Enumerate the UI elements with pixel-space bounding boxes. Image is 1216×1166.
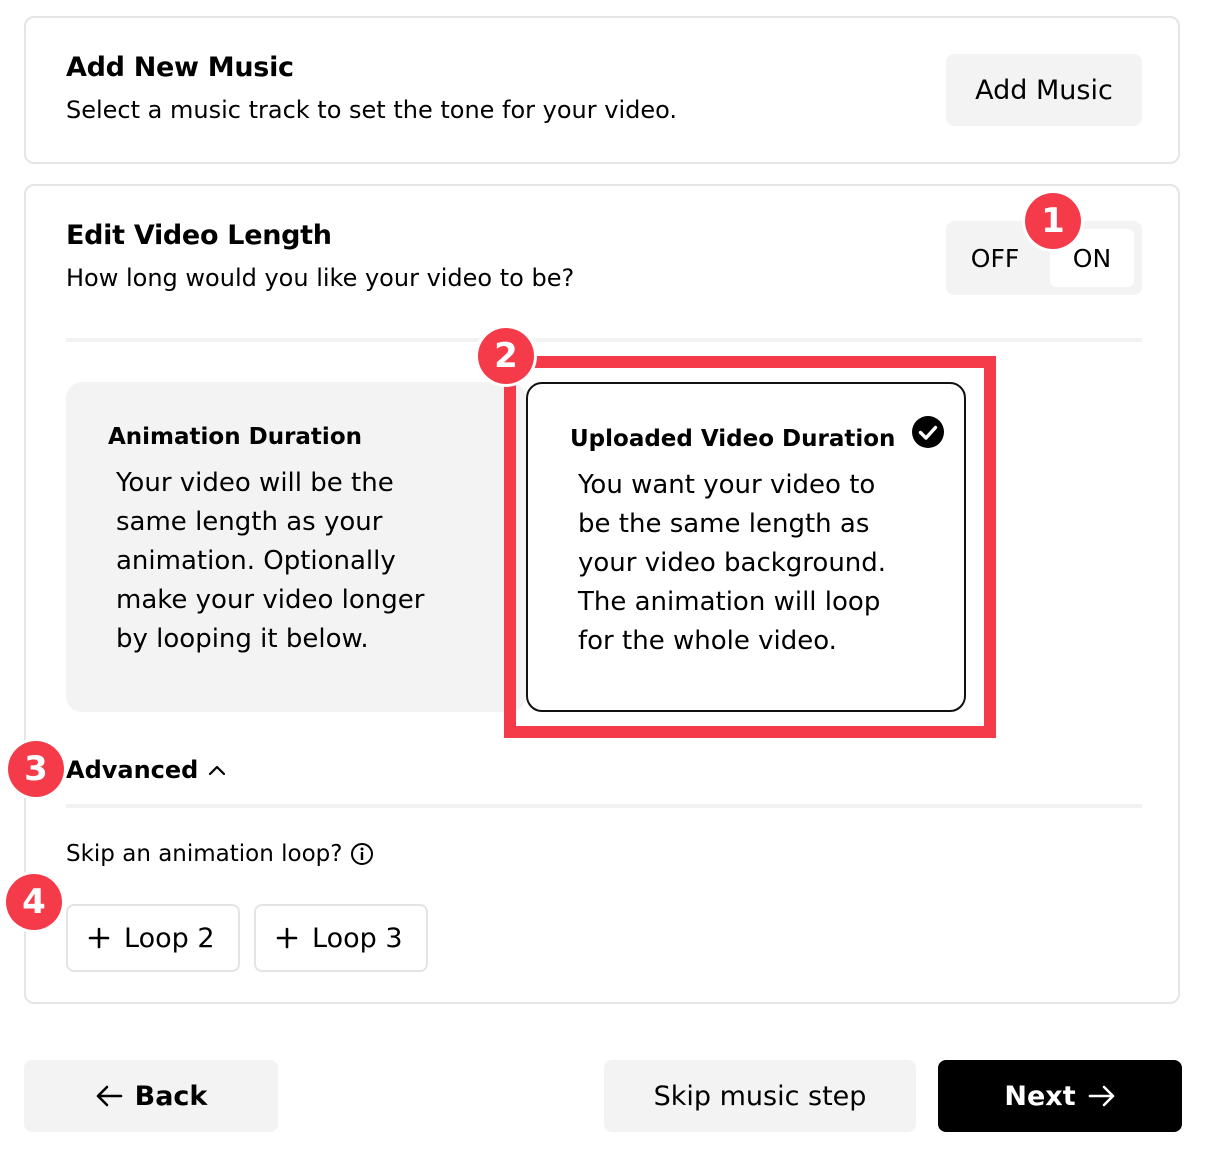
info-icon[interactable]: [350, 842, 374, 866]
plus-icon: [88, 927, 110, 949]
advanced-label: Advanced: [66, 756, 199, 784]
annotation-badge-4: 4: [6, 874, 62, 930]
annotation-badge-3: 3: [8, 741, 64, 797]
section-divider: [66, 338, 1142, 342]
back-button[interactable]: Back: [24, 1060, 278, 1132]
selection-highlight: [504, 356, 996, 738]
arrow-left-icon: [96, 1085, 122, 1107]
add-loop-3-button[interactable]: Loop 3: [254, 904, 428, 972]
add-music-card: Add New Music Select a music track to se…: [24, 16, 1180, 164]
advanced-toggle[interactable]: Advanced: [66, 756, 226, 784]
music-card-title: Add New Music: [66, 52, 294, 83]
annotation-badge-1: 1: [1025, 193, 1081, 249]
annotation-badge-2: 2: [478, 328, 534, 384]
animation-duration-option[interactable]: Animation Duration Your video will be th…: [66, 382, 526, 712]
back-label: Back: [134, 1080, 208, 1112]
animation-duration-description: Your video will be the same length as yo…: [116, 468, 425, 654]
loop-2-label: Loop 2: [124, 922, 215, 954]
skip-music-button[interactable]: Skip music step: [604, 1060, 916, 1132]
toggle-off-option[interactable]: OFF: [950, 229, 1040, 287]
skip-loop-question: Skip an animation loop?: [66, 841, 374, 867]
animation-duration-title: Animation Duration: [108, 424, 362, 450]
next-label: Next: [1004, 1080, 1076, 1112]
plus-icon: [276, 927, 298, 949]
music-length-step: Add New Music Select a music track to se…: [0, 0, 1216, 1166]
length-card-subtitle: How long would you like your video to be…: [66, 264, 575, 292]
add-loop-2-button[interactable]: Loop 2: [66, 904, 240, 972]
skip-loop-label: Skip an animation loop?: [66, 841, 343, 867]
video-length-card: Edit Video Length How long would you lik…: [24, 184, 1180, 1004]
arrow-right-icon: [1088, 1085, 1114, 1107]
chevron-up-icon: [209, 765, 226, 776]
loop-3-label: Loop 3: [312, 922, 403, 954]
add-music-button[interactable]: Add Music: [946, 54, 1142, 126]
advanced-divider: [66, 804, 1142, 808]
music-card-subtitle: Select a music track to set the tone for…: [66, 96, 678, 124]
next-button[interactable]: Next: [938, 1060, 1182, 1132]
length-card-title: Edit Video Length: [66, 220, 332, 251]
